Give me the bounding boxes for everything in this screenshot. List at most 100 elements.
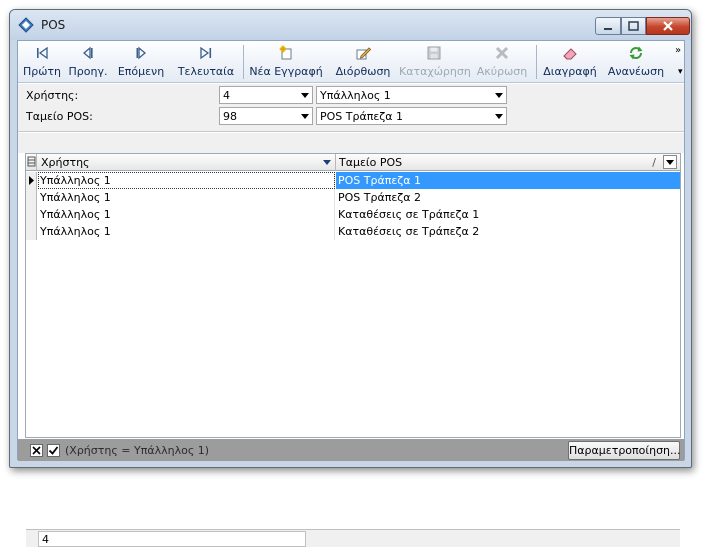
- first-label: Πρώτη: [22, 65, 62, 78]
- close-icon: [32, 446, 41, 455]
- data-grid: Χρήστης Ταμείο POS / Υπάλληλος 1 POS Τρά…: [25, 153, 681, 547]
- first-button[interactable]: Πρώτη: [22, 41, 62, 83]
- table-row[interactable]: Υπάλληλος 1 POS Τράπεζα 2: [26, 189, 680, 206]
- grid-header: Χρήστης Ταμείο POS /: [26, 154, 680, 171]
- next-record-icon: [136, 46, 147, 60]
- cell-pos[interactable]: POS Τράπεζα 1: [336, 172, 680, 189]
- filter-bar: (Χρήστης = Υπάλληλος 1) Παραμετροποίηση.…: [18, 439, 684, 461]
- table-row[interactable]: Υπάλληλος 1 Καταθέσεις σε Τράπεζα 2: [26, 223, 680, 240]
- chevron-down-icon: [301, 93, 309, 98]
- column-header-user-label: Χρήστης: [41, 156, 90, 169]
- column-chooser-button[interactable]: [26, 154, 37, 171]
- pos-code-combo[interactable]: 98: [219, 107, 313, 125]
- last-label: Τελευταία: [177, 65, 235, 78]
- delete-eraser-icon: [563, 48, 577, 60]
- last-button[interactable]: Τελευταία: [174, 41, 238, 83]
- cell-user[interactable]: Υπάλληλος 1: [38, 189, 335, 206]
- edit-button[interactable]: Διόρθωση: [330, 41, 396, 83]
- cancel-icon: [495, 46, 509, 60]
- window-title: POS: [41, 18, 66, 32]
- previous-button[interactable]: Προηγ.: [68, 41, 108, 83]
- minimize-button[interactable]: [595, 17, 621, 35]
- table-row[interactable]: Υπάλληλος 1 Καταθέσεις σε Τράπεζα 1: [26, 206, 680, 223]
- title-bar[interactable]: POS: [10, 10, 691, 40]
- previous-record-icon: [82, 46, 93, 60]
- pos-name-combo[interactable]: POS Τράπεζα 1: [316, 107, 507, 125]
- refresh-button[interactable]: Ανανέωση: [603, 41, 669, 83]
- filter-dropdown-icon[interactable]: [323, 160, 331, 165]
- edit-icon: [356, 47, 371, 60]
- maximize-icon: [628, 21, 639, 31]
- save-icon: [427, 46, 441, 60]
- pos-name-value: POS Τράπεζα 1: [320, 110, 404, 123]
- new-record-button[interactable]: Νέα Εγγραφή: [248, 41, 324, 83]
- clear-filter-button[interactable]: [30, 444, 43, 457]
- cell-pos[interactable]: POS Τράπεζα 2: [336, 189, 680, 206]
- filter-dropdown-button[interactable]: [663, 155, 677, 169]
- column-chooser-icon: [27, 156, 36, 167]
- next-button[interactable]: Επόμενη: [114, 41, 168, 83]
- next-label: Επόμενη: [117, 65, 165, 78]
- checkmark-icon: [48, 446, 59, 455]
- toolbar-dropdown-icon[interactable]: ▾: [678, 67, 683, 77]
- cancel-button[interactable]: Ακύρωση: [473, 41, 531, 83]
- customize-button[interactable]: Παραμετροποίηση...: [568, 441, 681, 460]
- refresh-icon: [629, 46, 643, 60]
- user-code-combo[interactable]: 4: [219, 86, 313, 104]
- chevron-down-icon: [666, 160, 674, 165]
- cell-pos[interactable]: Καταθέσεις σε Τράπεζα 1: [336, 206, 680, 223]
- delete-label: Διαγραφή: [543, 65, 597, 78]
- column-header-user[interactable]: Χρήστης: [38, 154, 336, 171]
- cell-user[interactable]: Υπάλληλος 1: [38, 223, 335, 240]
- toolbar-separator: [243, 45, 244, 79]
- app-diamond-icon: [18, 17, 34, 33]
- pos-code-value: 98: [223, 110, 237, 123]
- cancel-label: Ακύρωση: [476, 65, 528, 78]
- row-indicator: [26, 189, 37, 206]
- last-record-icon: [200, 46, 212, 60]
- user-name-combo[interactable]: Υπάλληλος 1: [316, 86, 507, 104]
- new-record-label: Νέα Εγγραφή: [249, 65, 323, 78]
- user-code-value: 4: [223, 89, 230, 102]
- row-indicator: [26, 172, 37, 189]
- new-record-icon: [279, 45, 292, 60]
- cell-user[interactable]: Υπάλληλος 1: [38, 206, 335, 223]
- user-name-value: Υπάλληλος 1: [320, 89, 391, 102]
- toolbar-overflow-icon[interactable]: »: [675, 45, 681, 56]
- row-indicator: [26, 223, 37, 240]
- pos-filter-label: Ταμείο POS:: [26, 110, 93, 123]
- close-button[interactable]: [646, 17, 690, 35]
- toolbar-separator: [536, 45, 537, 79]
- table-row[interactable]: Υπάλληλος 1 POS Τράπεζα 1: [26, 172, 680, 189]
- edit-label: Διόρθωση: [335, 65, 391, 78]
- delete-button[interactable]: Διαγραφή: [541, 41, 599, 83]
- current-row-arrow-icon: [29, 176, 34, 185]
- chevron-down-icon: [301, 114, 309, 119]
- filter-panel: Χρήστης: 4 Υπάλληλος 1 Ταμείο POS: 98 PO…: [18, 84, 684, 132]
- previous-label: Προηγ.: [68, 65, 108, 78]
- save-button[interactable]: Καταχώρηση: [399, 41, 471, 83]
- save-label: Καταχώρηση: [399, 65, 471, 78]
- chevron-down-icon: [495, 114, 503, 119]
- cell-user[interactable]: Υπάλληλος 1: [38, 172, 335, 189]
- row-indicator: [26, 206, 37, 223]
- pos-window: POS Πρώτη Προηγ. Επόμενη Τελευταία Νέα Ε…: [9, 9, 692, 547]
- maximize-button[interactable]: [621, 17, 646, 35]
- user-filter-label: Χρήστης:: [26, 89, 79, 102]
- toolbar: Πρώτη Προηγ. Επόμενη Τελευταία Νέα Εγγρα…: [18, 41, 684, 83]
- grid-footer: 4: [26, 529, 680, 547]
- close-icon: [663, 21, 673, 31]
- sort-indicator-icon: /: [652, 156, 656, 169]
- first-record-icon: [37, 46, 48, 60]
- footer-count-cell: 4: [38, 531, 306, 547]
- chevron-down-icon: [495, 93, 503, 98]
- minimize-icon: [604, 28, 612, 30]
- filter-enabled-checkbox[interactable]: [47, 444, 60, 457]
- filter-expression[interactable]: (Χρήστης = Υπάλληλος 1): [65, 444, 209, 457]
- client-area: Πρώτη Προηγ. Επόμενη Τελευταία Νέα Εγγρα…: [17, 40, 685, 547]
- column-header-pos-label: Ταμείο POS: [339, 156, 403, 169]
- column-header-pos[interactable]: Ταμείο POS /: [336, 154, 680, 171]
- cell-pos[interactable]: Καταθέσεις σε Τράπεζα 2: [336, 223, 680, 240]
- splitter[interactable]: [18, 133, 684, 153]
- refresh-label: Ανανέωση: [607, 65, 665, 78]
